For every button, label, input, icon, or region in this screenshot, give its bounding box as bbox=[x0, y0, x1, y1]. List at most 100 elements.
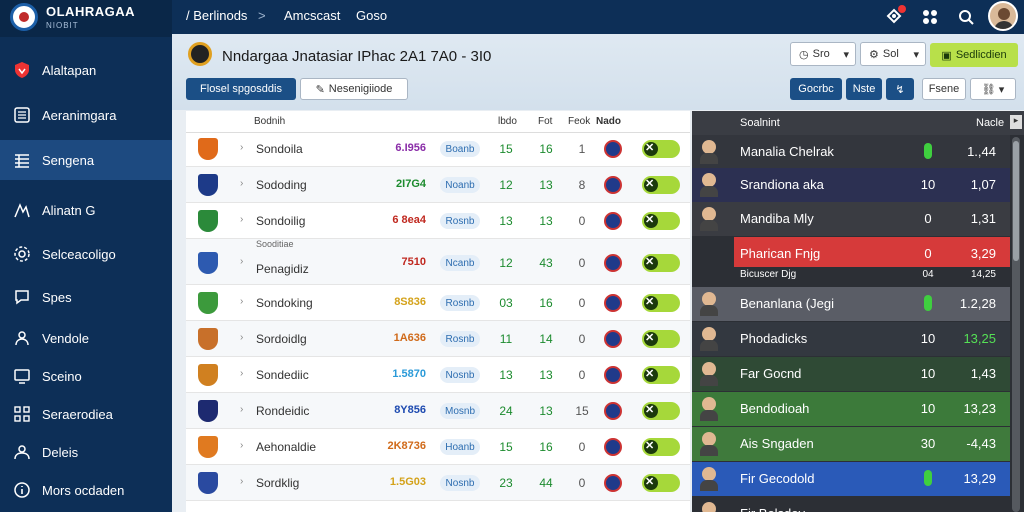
column-header-c1[interactable]: lbdo bbox=[498, 116, 517, 127]
panel-header-value[interactable]: Nacle bbox=[976, 117, 1004, 129]
sidebar-item-label: Alinatn G bbox=[42, 202, 96, 218]
status-badge[interactable]: Rosnb bbox=[440, 295, 480, 311]
row-code: 1.5870 bbox=[392, 368, 426, 380]
breadcrumb-current[interactable]: Goso bbox=[356, 8, 387, 23]
player-row[interactable]: Phodadicks 10 13,25 bbox=[692, 322, 1010, 356]
expand-chevron-icon[interactable]: › bbox=[240, 296, 243, 307]
filter-select-2[interactable]: ⚙ Sol ▾ bbox=[860, 42, 926, 66]
panel-menu-icon[interactable]: ▸ bbox=[1010, 115, 1022, 129]
row-toggle[interactable]: ✕ bbox=[642, 140, 680, 158]
status-badge[interactable]: Ncanb bbox=[440, 255, 480, 271]
secondary-action-button[interactable]: ✎ Nesenigiiode bbox=[300, 78, 408, 100]
status-badge[interactable]: Noanb bbox=[440, 177, 480, 193]
status-indicator-icon bbox=[924, 295, 932, 311]
row-toggle[interactable]: ✕ bbox=[642, 330, 680, 348]
row-toggle[interactable]: ✕ bbox=[642, 438, 680, 456]
expand-chevron-icon[interactable]: › bbox=[240, 476, 243, 487]
scrollbar-thumb[interactable] bbox=[1013, 141, 1019, 261]
expand-chevron-icon[interactable]: › bbox=[240, 214, 243, 225]
row-toggle[interactable]: ✕ bbox=[642, 212, 680, 230]
sidebar-item-label: Seraerodiea bbox=[42, 406, 113, 422]
primary-action-button[interactable]: Flosel spgosddis bbox=[186, 78, 296, 100]
player-name: Far Gocnd bbox=[740, 366, 802, 381]
row-toggle[interactable]: ✕ bbox=[642, 254, 680, 272]
column-header-name[interactable]: Bodnih bbox=[254, 116, 285, 127]
player-row[interactable]: Benanlana (Jegi 1.2,28 bbox=[692, 287, 1010, 321]
link-button[interactable]: ⛓ ▾ bbox=[970, 78, 1016, 100]
brand[interactable]: OLAHRAGAA NIOBIT bbox=[0, 0, 172, 37]
sort-button[interactable]: ↯ bbox=[886, 78, 914, 100]
row-toggle[interactable]: ✕ bbox=[642, 402, 680, 420]
column-header-c3[interactable]: Feok bbox=[568, 116, 590, 127]
sidebar-item-8[interactable]: Seraerodiea bbox=[0, 394, 172, 434]
search-icon[interactable] bbox=[954, 5, 978, 29]
player-row[interactable]: Manalia Chelrak 1.,44 bbox=[692, 135, 1010, 169]
stat-c3: 0 bbox=[578, 296, 586, 310]
player-row[interactable]: Ais Sngaden 30 -4,43 bbox=[692, 427, 1010, 461]
sidebar-item-4[interactable]: Selceacoligo bbox=[0, 234, 172, 274]
expand-chevron-icon[interactable]: › bbox=[240, 178, 243, 189]
panel-header-name[interactable]: Soalnint bbox=[740, 117, 780, 129]
status-badge[interactable]: Boanb bbox=[440, 141, 480, 157]
sidebar-item-0[interactable]: Alaltapan bbox=[0, 50, 172, 90]
expand-chevron-icon[interactable]: › bbox=[240, 142, 243, 153]
team-name: Sondoila bbox=[256, 142, 303, 156]
table-row[interactable]: › Sooditiae Penagidiz 7510 Ncanb 12 43 0 ✕ bbox=[186, 239, 690, 285]
status-badge[interactable]: Nosnb bbox=[440, 475, 480, 491]
sidebar-item-6[interactable]: Vendole bbox=[0, 318, 172, 358]
table-row[interactable]: › Rondeidic 8Y856 Mosnb 24 13 15 ✕ bbox=[186, 393, 690, 429]
table-row[interactable]: › Sododing 2I7G4 Noanb 12 13 8 ✕ bbox=[186, 167, 690, 203]
row-toggle[interactable]: ✕ bbox=[642, 366, 680, 384]
status-badge[interactable]: Nosnb bbox=[440, 367, 480, 383]
player-row[interactable]: Fir Bolsdoy bbox=[692, 497, 1010, 512]
sidebar-item-5[interactable]: Spes bbox=[0, 277, 172, 317]
status-badge[interactable]: Rosnb bbox=[440, 331, 480, 347]
breadcrumb-item[interactable]: Amcscast bbox=[284, 8, 340, 23]
row-toggle[interactable]: ✕ bbox=[642, 176, 680, 194]
column-header-c4[interactable]: Nado bbox=[596, 116, 621, 127]
table-row[interactable]: › Sordklig 1.5G03 Nosnb 23 44 0 ✕ bbox=[186, 465, 690, 501]
expand-chevron-icon[interactable]: › bbox=[240, 404, 243, 415]
sidebar-item-2[interactable]: Sengena bbox=[0, 140, 172, 180]
row-toggle[interactable]: ✕ bbox=[642, 294, 680, 312]
expand-chevron-icon[interactable]: › bbox=[240, 332, 243, 343]
sidebar-item-1[interactable]: Aeranimgara bbox=[0, 95, 172, 135]
player-row[interactable]: Srandiona aka 10 1,07 bbox=[692, 168, 1010, 202]
grid-icon bbox=[12, 404, 32, 424]
sidebar-item-7[interactable]: Sceino bbox=[0, 356, 172, 396]
view-button-a[interactable]: Gocrbc bbox=[790, 78, 842, 100]
filter-select-1[interactable]: ◷ Sro ▾ bbox=[790, 42, 856, 66]
status-badge[interactable]: Hoanb bbox=[440, 439, 480, 455]
player-row[interactable]: Fir Gecodold 13,29 bbox=[692, 462, 1010, 496]
sidebar-item-9[interactable]: Deleis bbox=[0, 432, 172, 472]
player-row[interactable]: Bicuscer Djg 04 14,25 bbox=[692, 267, 1010, 285]
breadcrumb-home[interactable]: / Berlinods bbox=[186, 8, 247, 23]
avatar[interactable] bbox=[988, 1, 1018, 31]
table-row[interactable]: › Sondoilig 6 8ea4 Rosnb 13 13 0 ✕ bbox=[186, 203, 690, 239]
row-toggle[interactable]: ✕ bbox=[642, 474, 680, 492]
expand-chevron-icon[interactable]: › bbox=[240, 368, 243, 379]
sidebar-item-10[interactable]: Mors ocdaden bbox=[0, 470, 172, 510]
table-row[interactable]: › Sondoila 6.I956 Boanb 15 16 1 ✕ bbox=[186, 131, 690, 167]
view-button-b[interactable]: Nste bbox=[846, 78, 882, 100]
panel-scrollbar[interactable] bbox=[1012, 137, 1020, 512]
stat-c1: 23 bbox=[499, 476, 513, 490]
column-header-c2[interactable]: Fot bbox=[538, 116, 552, 127]
player-row[interactable]: Mandiba Mly 0 1,31 bbox=[692, 202, 1010, 236]
player-row[interactable]: Far Gocnd 10 1,43 bbox=[692, 357, 1010, 391]
table-row[interactable]: › Sondediic 1.5870 Nosnb 13 13 0 ✕ bbox=[186, 357, 690, 393]
status-badge[interactable]: Rosnb bbox=[440, 213, 480, 229]
sidebar-item-3[interactable]: Alinatn G bbox=[0, 190, 172, 230]
notifications-icon[interactable] bbox=[882, 5, 906, 29]
expand-chevron-icon[interactable]: › bbox=[240, 256, 243, 267]
table-row[interactable]: › Sordoidlg 1A636 Rosnb 11 14 0 ✕ bbox=[186, 321, 690, 357]
player-row[interactable]: Bendodioah 10 13,23 bbox=[692, 392, 1010, 426]
status-badge[interactable]: Mosnb bbox=[440, 403, 480, 419]
expand-chevron-icon[interactable]: › bbox=[240, 440, 243, 451]
green-action-button[interactable]: ▣ Sedlicdien bbox=[930, 43, 1018, 67]
table-row[interactable]: › Sondoking 8S836 Rosnb 03 16 0 ✕ bbox=[186, 285, 690, 321]
player-row[interactable]: Pharican Fnjg 0 3,29 bbox=[734, 237, 1010, 271]
table-row[interactable]: › Aehonaldie 2K8736 Hoanb 15 16 0 ✕ bbox=[186, 429, 690, 465]
apps-icon[interactable] bbox=[918, 5, 942, 29]
view-button-c[interactable]: Fsene bbox=[922, 78, 966, 100]
